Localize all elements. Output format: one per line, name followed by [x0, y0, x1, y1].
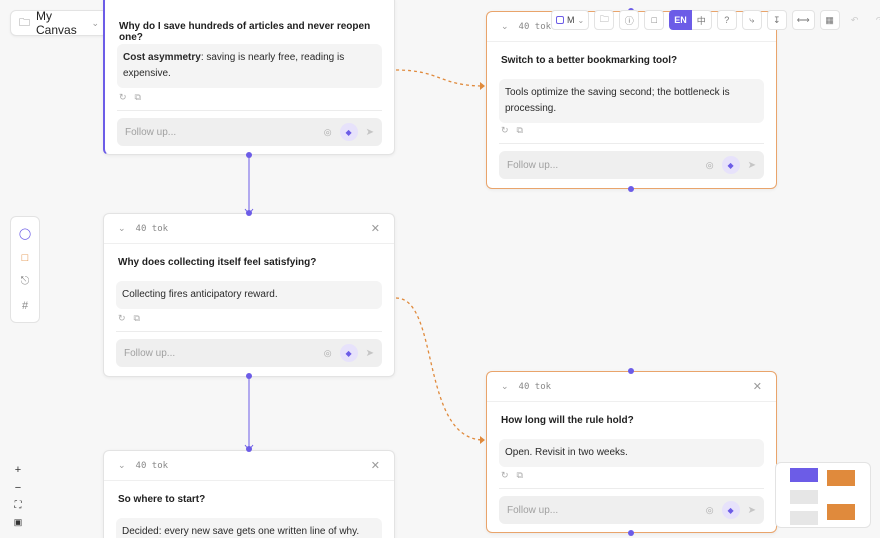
edge-arrow-card5 [480, 436, 485, 444]
collapse-icon[interactable]: ⌄ [501, 21, 509, 32]
canvas-title: My Canvas [36, 9, 77, 37]
collapse-icon[interactable]: ⌄ [118, 223, 126, 234]
card-answer: Open. Revisit in two weeks. [499, 439, 764, 467]
grid-icon[interactable]: ▦ [819, 10, 840, 30]
regenerate-icon[interactable]: ↻ [119, 92, 127, 103]
collapse-icon[interactable]: ⌄ [118, 460, 126, 471]
token-count: 40 tok [518, 21, 552, 32]
help-icon[interactable]: ? [716, 10, 737, 30]
model-icon[interactable]: ◆ [721, 501, 740, 519]
lang-en-button[interactable]: EN [669, 10, 692, 30]
globe-icon[interactable]: ◎ [324, 127, 332, 138]
card-5-input-port[interactable] [628, 368, 634, 374]
share-icon[interactable]: ⟷ [791, 10, 815, 30]
copy-icon[interactable]: ⧉ [135, 92, 141, 103]
minimap[interactable] [775, 462, 871, 528]
follow-up-input[interactable] [507, 504, 698, 516]
undo-icon[interactable]: ↶ [845, 10, 865, 30]
download-icon[interactable]: ↧ [766, 10, 787, 30]
folder-icon: 🗀 [19, 16, 30, 29]
zoom-in-icon[interactable]: + [15, 464, 21, 476]
zoom-out-icon[interactable]: − [15, 482, 21, 494]
fit-view-icon[interactable]: ⛶ [15, 500, 22, 511]
regenerate-icon[interactable]: ↻ [501, 125, 509, 136]
file-icon[interactable]: □ [644, 10, 665, 30]
chevron-down-icon: ⌄ [577, 15, 585, 25]
follow-up-input[interactable] [124, 347, 316, 359]
send-icon[interactable]: ➤ [366, 348, 374, 359]
question-icon[interactable]: ◯ [19, 227, 31, 240]
answer-emphasis: Cost asymmetry [123, 52, 201, 63]
model-icon[interactable]: ◆ [721, 156, 740, 174]
tool-rail: ◯ □ ⎋ # [10, 216, 40, 323]
fork-icon[interactable]: ⤷ [741, 10, 762, 30]
card-question: Why do I save hundreds of articles and n… [119, 21, 371, 43]
redo-icon[interactable]: ↷ [870, 10, 880, 30]
token-count: 40 tok [518, 381, 552, 392]
close-icon[interactable]: ✕ [371, 459, 380, 472]
globe-icon[interactable]: ◎ [324, 348, 332, 359]
card-2[interactable]: ⌄ 40 tok ✕ Why does collecting itself fe… [103, 213, 395, 377]
card-answer: Decided: every new save gets one written… [116, 518, 382, 538]
card-answer: Tools optimize the saving second; the bo… [499, 79, 764, 123]
regenerate-icon[interactable]: ↻ [118, 313, 126, 324]
model-select[interactable]: M ⌄ [551, 10, 590, 30]
card-1[interactable]: Why do I save hundreds of articles and n… [103, 0, 395, 155]
model-label: M [567, 15, 575, 25]
model-icon [556, 16, 564, 24]
copy-icon[interactable]: ⧉ [517, 470, 523, 481]
info-icon[interactable]: ⓘ [619, 10, 640, 30]
card-2-output-port[interactable] [246, 373, 252, 379]
card-5-output-port[interactable] [628, 530, 634, 536]
edge-card1-card4 [395, 69, 485, 87]
folder-icon[interactable]: 🗀 [594, 10, 615, 30]
token-count: 40 tok [135, 460, 169, 471]
minimap-node [827, 504, 855, 520]
collapse-icon[interactable]: ⌄ [501, 381, 509, 392]
copy-icon[interactable]: ⧉ [134, 313, 140, 324]
close-icon[interactable]: ✕ [753, 380, 762, 393]
card-answer: Collecting fires anticipatory reward. [116, 281, 382, 309]
close-icon[interactable]: ✕ [371, 222, 380, 235]
globe-icon[interactable]: ◎ [706, 505, 714, 516]
frame-icon[interactable]: # [22, 300, 28, 312]
minimap-node [790, 468, 818, 482]
model-icon[interactable]: ◆ [339, 123, 358, 141]
canvas-title-button[interactable]: 🗀 My Canvas ⌄ [10, 9, 108, 37]
lang-zh-button[interactable]: 中 [691, 10, 712, 30]
card-4[interactable]: ⌄ 40 tok Switch to a better bookmarking … [486, 11, 777, 189]
note-icon[interactable]: □ [22, 252, 29, 264]
zoom-controls: + − ⛶ ▣ [10, 464, 26, 528]
card-4-output-port[interactable] [628, 186, 634, 192]
token-count: 40 tok [135, 223, 169, 234]
attachment-icon[interactable]: ⎋ [21, 275, 30, 288]
card-question: Why does collecting itself feel satisfyi… [118, 257, 317, 268]
minimap-node [827, 470, 855, 486]
globe-icon[interactable]: ◎ [706, 160, 714, 171]
model-icon[interactable]: ◆ [339, 344, 358, 362]
card-3[interactable]: ⌄ 40 tok ✕ So where to start? Decided: e… [103, 450, 395, 538]
send-icon[interactable]: ➤ [748, 505, 756, 516]
card-question: So where to start? [118, 494, 206, 505]
minimap-node [790, 511, 818, 525]
card-1-output-port[interactable] [246, 152, 252, 158]
card-question: Switch to a better bookmarking tool? [501, 55, 678, 66]
follow-up-input[interactable] [125, 126, 316, 138]
edge-arrow-card4 [480, 82, 485, 90]
top-toolbar: M ⌄ 🗀 ⓘ □ EN 中 ? ⤷ ↧ ⟷ ▦ ↶ ↷ [551, 10, 880, 30]
send-icon[interactable]: ➤ [366, 127, 374, 138]
copy-icon[interactable]: ⧉ [517, 125, 523, 136]
card-answer: Cost asymmetry: saving is nearly free, r… [117, 44, 382, 88]
send-icon[interactable]: ➤ [748, 160, 756, 171]
follow-up-input[interactable] [507, 159, 698, 171]
edge-card2-card5 [395, 297, 485, 441]
card-3-input-port[interactable] [246, 446, 252, 452]
chevron-down-icon: ⌄ [91, 17, 99, 28]
card-5[interactable]: ⌄ 40 tok ✕ How long will the rule hold? … [486, 371, 777, 533]
lock-icon[interactable]: ▣ [14, 517, 23, 528]
regenerate-icon[interactable]: ↻ [501, 470, 509, 481]
card-2-input-port[interactable] [246, 210, 252, 216]
minimap-node [790, 490, 818, 504]
card-question: How long will the rule hold? [501, 415, 634, 426]
